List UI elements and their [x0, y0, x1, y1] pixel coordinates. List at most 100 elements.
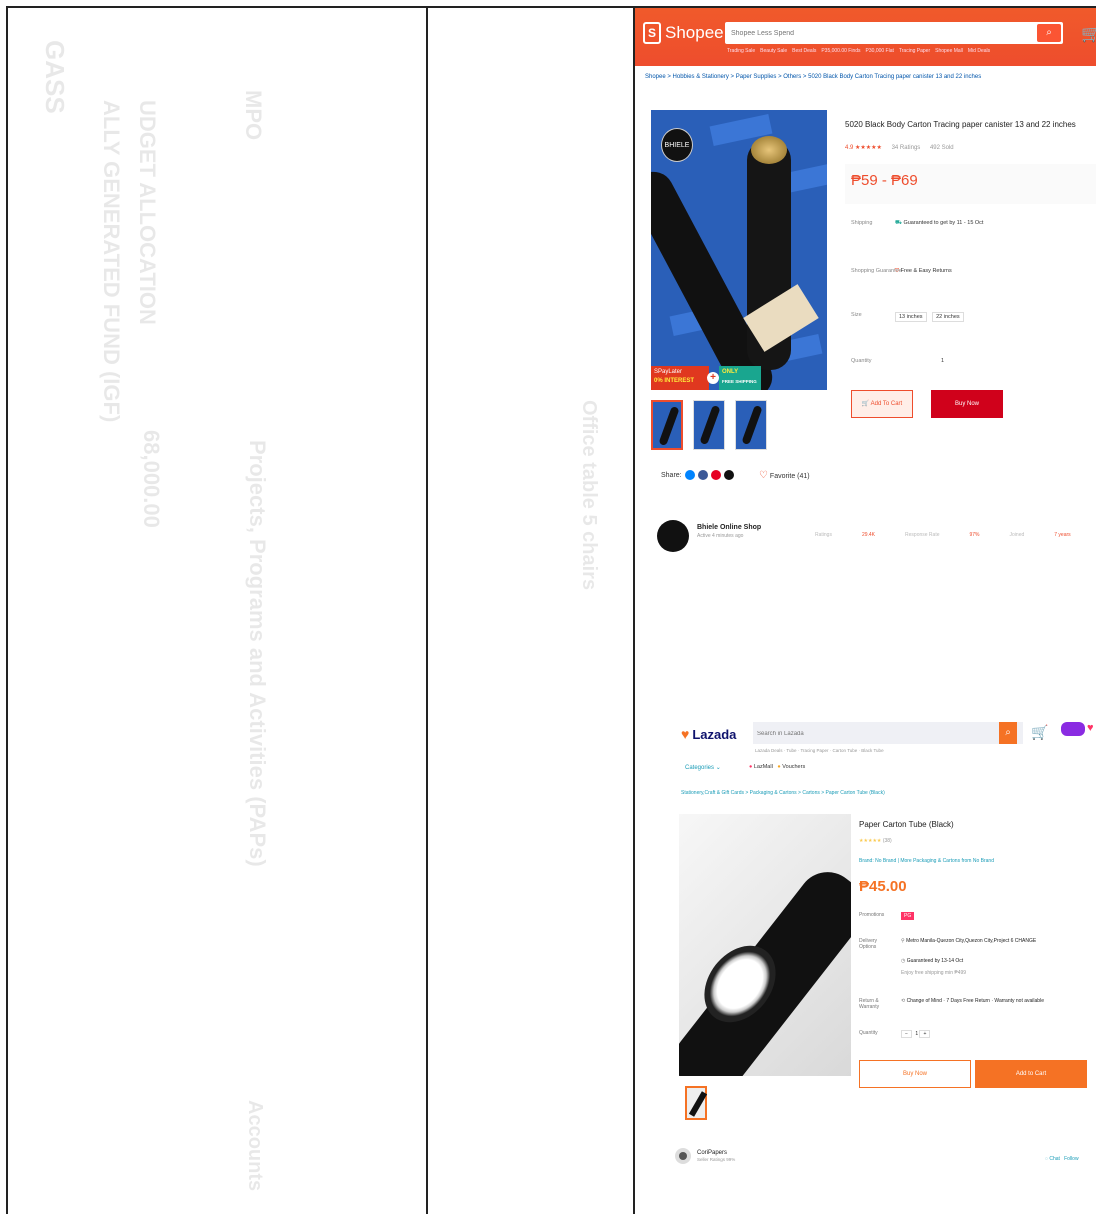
- shop-logo-badge: BHIELE: [661, 128, 693, 162]
- guarantee-row: Shopping Guarantee ⛉ Free & Easy Returns: [851, 268, 952, 274]
- shopee-bag-icon: S: [643, 22, 661, 44]
- sold-count: 492 Sold: [929, 145, 954, 151]
- seller-rating: Seller Ratings 99%: [697, 1157, 736, 1162]
- messenger-icon[interactable]: [684, 470, 695, 480]
- pinterest-icon[interactable]: [710, 470, 721, 480]
- chat-icon: ◌: [1045, 1156, 1048, 1162]
- add-to-cart-button[interactable]: 🛒 Add To Cart: [851, 390, 913, 418]
- bleed-through-text: Projects, Programs and Activities (PAPs): [245, 440, 270, 867]
- nav-link[interactable]: Beauty Sale: [760, 48, 787, 54]
- search-suggestions[interactable]: Lazada Deals · Tube · Tracing Paper · Ca…: [755, 748, 884, 753]
- promo-paylater: SPayLater 0% INTEREST: [651, 366, 709, 390]
- follow-button[interactable]: Follow: [1064, 1156, 1078, 1162]
- breadcrumb[interactable]: Stationery,Craft & Gift Cards > Packagin…: [681, 790, 885, 796]
- plus-icon: +: [707, 372, 719, 384]
- size-row: Size 13 inches 22 inches: [851, 312, 964, 322]
- avatar[interactable]: [657, 520, 689, 552]
- return-value: Change of Mind · 7 Days Free Return · Wa…: [906, 998, 1044, 1004]
- quantity-label: Quantity: [851, 358, 872, 364]
- search-icon[interactable]: ⌕: [1037, 24, 1061, 42]
- nav-link[interactable]: Mid Deals: [968, 48, 990, 54]
- size-option[interactable]: 22 inches: [932, 312, 964, 322]
- ratings-count[interactable]: 34 Ratings: [892, 145, 921, 151]
- lazmall-link[interactable]: LazMall: [754, 764, 773, 770]
- facebook-icon[interactable]: [697, 470, 708, 480]
- add-to-cart-button[interactable]: Add to Cart: [975, 1060, 1087, 1088]
- quantity-decrement[interactable]: −: [901, 1030, 912, 1038]
- nav-link[interactable]: Shopee Mall: [935, 48, 963, 54]
- shop-stats: Ratings 29.4K Response Rate 97% Joined 7…: [815, 532, 1071, 538]
- size-option[interactable]: 13 inches: [895, 312, 927, 322]
- truck-icon: ⛟: [895, 220, 902, 226]
- ratings-count[interactable]: (38): [883, 838, 892, 844]
- add-to-cart-label: Add To Cart: [870, 401, 903, 407]
- lazmall-icon: ●: [749, 764, 753, 770]
- product-title: 5020 Black Body Carton Tracing paper can…: [845, 120, 1076, 129]
- cart-icon[interactable]: 🛒: [1081, 24, 1096, 44]
- guarantee-value[interactable]: Free & Easy Returns: [901, 268, 952, 274]
- lazada-logo[interactable]: ♥ Lazada: [681, 726, 736, 742]
- table-column-divider: [426, 6, 428, 1214]
- delivery-note: Enjoy free shipping min ₱499: [901, 970, 967, 976]
- categories-dropdown[interactable]: Categories ⌄: [685, 764, 721, 771]
- delivery-time: Guaranteed by 13-14 Oct: [906, 958, 964, 964]
- voucher-icon: ●: [777, 764, 781, 770]
- vouchers-link[interactable]: Vouchers: [782, 764, 805, 770]
- thumbnail[interactable]: [735, 400, 767, 450]
- seller-name[interactable]: CoriPapers: [697, 1150, 735, 1156]
- promo-shipping-label: FREE SHIPPING: [722, 379, 757, 384]
- lazada-search-input[interactable]: [753, 723, 993, 745]
- quantity-stepper[interactable]: 1: [941, 358, 944, 364]
- breadcrumb[interactable]: Shopee > Hobbies & Stationery > Paper Su…: [645, 74, 981, 80]
- favorite-label: Favorite (41): [769, 473, 810, 480]
- promo-only-label: ONLY: [722, 369, 739, 375]
- thumbnail-strip: [651, 400, 767, 450]
- delivery-location[interactable]: Metro Manila-Quezon City,Quezon City,Pro…: [906, 938, 1036, 944]
- product-image[interactable]: BHIELE SPayLater 0% INTEREST + ONLY FREE…: [651, 110, 827, 390]
- twitter-icon[interactable]: [723, 470, 734, 480]
- cart-icon: 🛒: [861, 401, 870, 407]
- rating-row: 4.9 ★★★★★ 34 Ratings 492 Sold: [845, 144, 954, 151]
- product-image[interactable]: [679, 814, 851, 1076]
- nav-link[interactable]: P30,000 Flat: [866, 48, 894, 54]
- shopee-logo[interactable]: S Shopee: [643, 22, 724, 44]
- promo-badge[interactable]: [1061, 722, 1085, 736]
- chat-button[interactable]: Chat: [1049, 1156, 1060, 1162]
- shop-stat-label: Response Rate: [905, 532, 940, 538]
- shop-name[interactable]: Bhiele Online Shop: [697, 524, 761, 531]
- share-label: Share:: [661, 471, 682, 479]
- search-icon[interactable]: ⌕: [999, 722, 1017, 744]
- buy-now-button[interactable]: Buy Now: [859, 1060, 971, 1088]
- nav-link[interactable]: Tracing Paper: [899, 48, 930, 54]
- shop-stat-value: 29.4K: [861, 532, 876, 538]
- thumbnail[interactable]: [693, 400, 725, 450]
- cart-icon[interactable]: 🛒: [1031, 724, 1048, 741]
- nav-link[interactable]: Best Deals: [792, 48, 816, 54]
- quantity-increment[interactable]: +: [919, 1030, 931, 1038]
- promo-shipping: ONLY FREE SHIPPING: [719, 366, 761, 390]
- heart-icon: ♡: [759, 470, 768, 481]
- shipping-label: Shipping: [851, 220, 873, 226]
- rating-row: ★★★★★ (38): [859, 838, 892, 844]
- quantity-value[interactable]: 1: [915, 1031, 918, 1037]
- delivery-row: Delivery Options ⚲ Metro Manila-Quezon C…: [859, 938, 1036, 976]
- share-row: Share:: [661, 470, 734, 480]
- lazada-search-bar: [753, 722, 1023, 745]
- thumbnail[interactable]: [685, 1086, 707, 1120]
- shipping-value[interactable]: Guaranteed to get by 11 - 15 Oct: [903, 220, 983, 226]
- heart-icon[interactable]: ♥: [1087, 722, 1094, 734]
- quantity-row: Quantity − 1 +: [859, 1030, 931, 1038]
- quantity-row: Quantity 1: [851, 358, 944, 364]
- nav-link[interactable]: Trading Sale: [727, 48, 755, 54]
- shopee-search-input[interactable]: [725, 22, 1025, 45]
- favorite-button[interactable]: ♡ Favorite (41): [759, 470, 810, 481]
- avatar[interactable]: [675, 1148, 691, 1164]
- promotion-badge[interactable]: PG: [901, 912, 915, 920]
- seller-info: CoriPapers Seller Ratings 99%: [675, 1148, 735, 1164]
- thumbnail[interactable]: [651, 400, 683, 450]
- nav-link[interactable]: P35,000.00 Finds: [821, 48, 860, 54]
- buy-now-button[interactable]: Buy Now: [931, 390, 1003, 418]
- brand-row[interactable]: Brand: No Brand | More Packaging & Carto…: [859, 858, 994, 864]
- shop-info: Bhiele Online Shop Active 4 minutes ago: [657, 520, 761, 552]
- promotions-row: Promotions PG: [859, 912, 915, 920]
